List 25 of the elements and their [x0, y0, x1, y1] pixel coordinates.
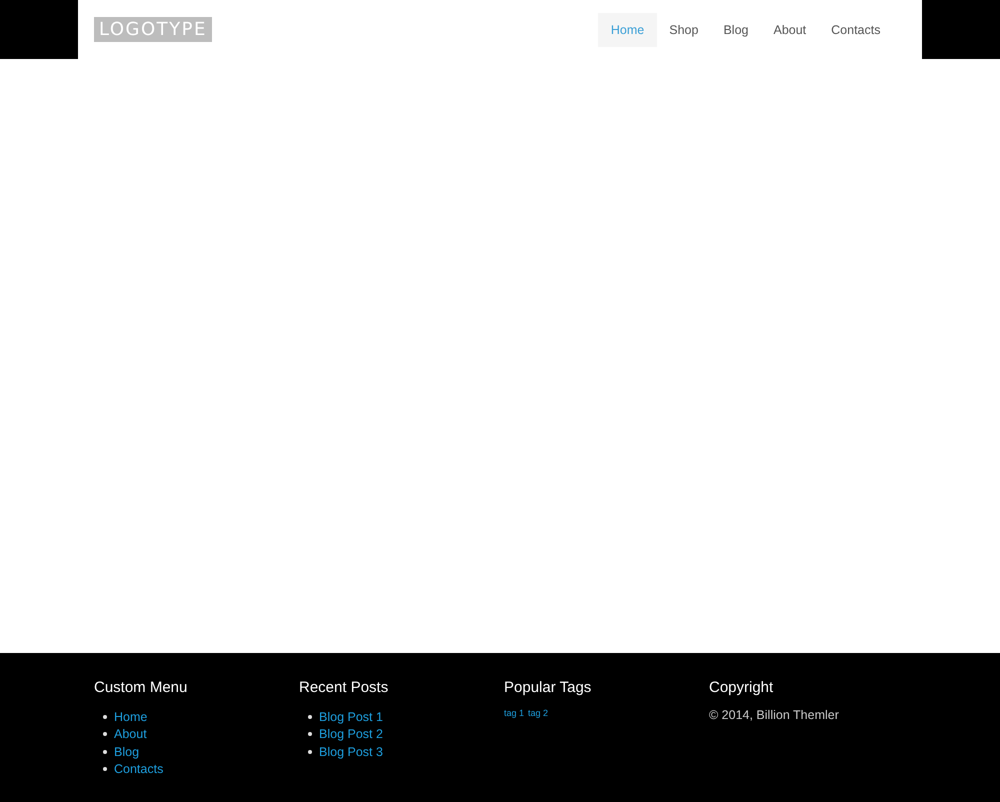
nav-tab[interactable]: About	[760, 12, 819, 46]
nav-tab[interactable]: Shop	[656, 12, 711, 46]
footer-link[interactable]: Home	[114, 710, 148, 724]
footer-heading: Custom Menu	[94, 679, 188, 697]
footer-link[interactable]: Blog Post 2	[319, 727, 383, 742]
bullet-icon	[103, 750, 107, 754]
bullet-icon	[308, 732, 312, 736]
bullet-icon	[103, 767, 107, 772]
footer-heading: Copyright	[709, 679, 774, 697]
footer-heading: Popular Tags	[504, 679, 592, 697]
bullet-icon	[103, 732, 107, 736]
footer-link[interactable]: Contacts	[114, 762, 164, 776]
footer-link[interactable]: Blog Post 1	[319, 710, 383, 724]
bullet-icon	[308, 750, 312, 754]
footer-link[interactable]: Blog Post 3	[319, 744, 383, 759]
bullet-icon	[308, 714, 312, 719]
copyright-text: © 2014, Billion Themler	[709, 708, 840, 722]
nav-tab[interactable]: Contacts	[818, 12, 893, 46]
footer-link[interactable]: Blog	[114, 744, 140, 759]
nav-tab[interactable]: Blog	[710, 12, 761, 46]
bullet-icon	[103, 714, 107, 719]
footer-link[interactable]: About	[114, 727, 147, 742]
footer-heading: Recent Posts	[299, 679, 390, 697]
tag-link[interactable]: tag 2	[528, 708, 548, 718]
tag-link[interactable]: tag 1	[504, 708, 524, 718]
